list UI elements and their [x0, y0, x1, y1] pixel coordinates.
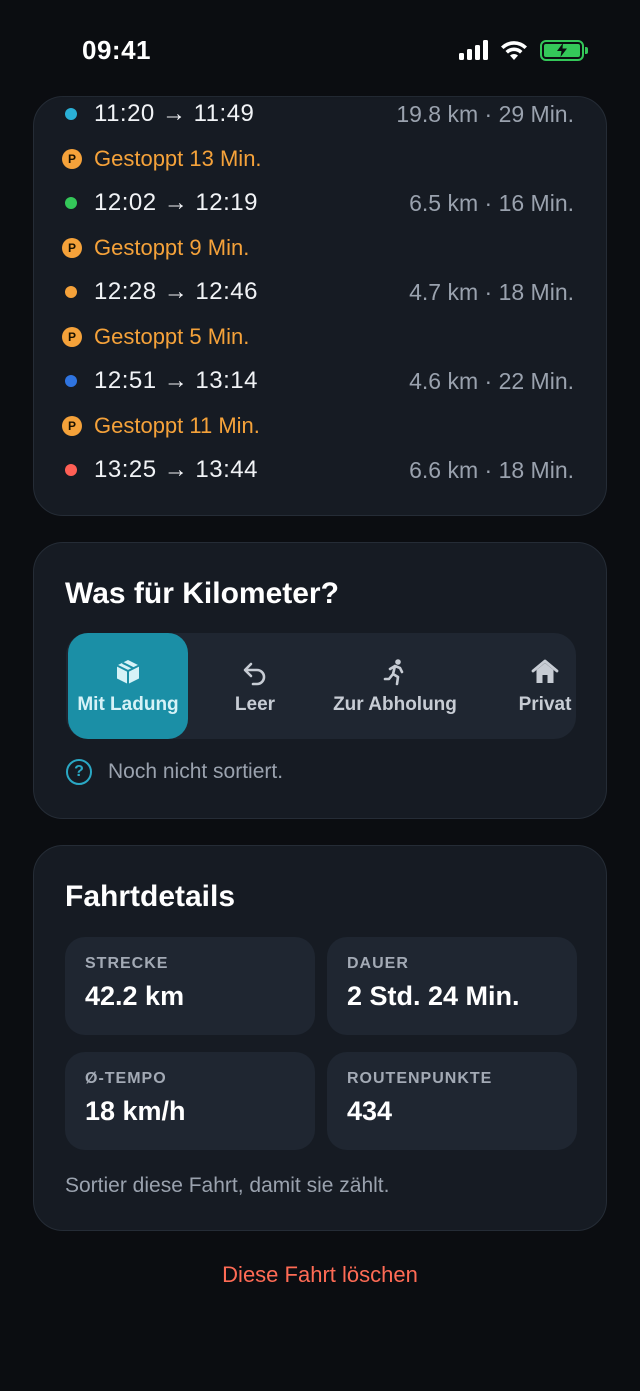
trip-details-card: Fahrtdetails STRECKE 42.2 km DAUER 2 Std…	[33, 845, 607, 1231]
parking-icon: P	[62, 238, 82, 258]
stat-duration: DAUER 2 Std. 24 Min.	[327, 937, 577, 1035]
timeline-trip-row: 13:25 → 13:44 6.6 km · 18 Min.	[62, 450, 574, 490]
sort-hint: ? Noch nicht sortiert.	[66, 759, 283, 785]
sort-reminder: Sortier diese Fahrt, damit sie zählt.	[65, 1174, 390, 1197]
km-type-selector: Mit Ladung Leer Zur Abholung Privat	[66, 633, 576, 739]
timeline-trip-row: 12:28 → 12:46 4.7 km · 18 Min.	[62, 272, 574, 312]
trip-meta: 19.8 km · 29 Min.	[396, 100, 574, 127]
stat-label: Ø-TEMPO	[85, 1070, 167, 1087]
house-icon	[530, 656, 560, 688]
trip-meta: 4.6 km · 22 Min.	[409, 367, 574, 394]
option-label: Mit Ladung	[77, 694, 179, 715]
trip-meta: 6.6 km · 18 Min.	[409, 456, 574, 483]
trip-details-title: Fahrtdetails	[65, 880, 236, 913]
trip-times: 12:51 → 13:14	[94, 367, 258, 394]
trip-dot	[65, 286, 77, 298]
option-privat[interactable]: Privat	[485, 633, 605, 739]
option-label: Leer	[234, 694, 276, 715]
km-type-title: Was für Kilometer?	[65, 577, 339, 610]
stop-duration: Gestoppt 13 Min.	[94, 146, 262, 171]
trip-dot	[65, 375, 77, 387]
status-icons	[459, 39, 588, 61]
timeline-stop-row: P Gestoppt 9 Min.	[62, 228, 574, 268]
trip-timeline-card: 11:20 → 11:49 19.8 km · 29 Min. P Gestop…	[33, 96, 607, 516]
stop-duration: Gestoppt 11 Min.	[94, 413, 260, 438]
parking-icon: P	[62, 327, 82, 347]
stat-value: 18 km/h	[85, 1096, 186, 1126]
stat-value: 434	[347, 1096, 393, 1126]
package-icon	[114, 656, 142, 688]
trip-dot	[65, 197, 77, 209]
stop-duration: Gestoppt 5 Min.	[94, 324, 250, 349]
option-mit-ladung[interactable]: Mit Ladung	[68, 633, 188, 739]
option-leer[interactable]: Leer	[195, 633, 315, 739]
battery-charging-icon	[540, 39, 588, 61]
timeline-stop-row: P Gestoppt 13 Min.	[62, 139, 574, 179]
stat-distance: STRECKE 42.2 km	[65, 937, 315, 1035]
stat-avg-speed: Ø-TEMPO 18 km/h	[65, 1052, 315, 1150]
wifi-icon	[501, 40, 527, 60]
timeline-trip-row: 11:20 → 11:49 19.8 km · 29 Min.	[62, 94, 574, 134]
stop-duration: Gestoppt 9 Min.	[94, 235, 250, 260]
trip-dot	[65, 108, 77, 120]
sort-hint-text: Noch nicht sortiert.	[108, 760, 284, 783]
stat-label: ROUTENPUNKTE	[347, 1070, 493, 1087]
trip-times: 11:20 → 11:49	[94, 100, 255, 127]
timeline-stop-row: P Gestoppt 5 Min.	[62, 317, 574, 357]
stat-value: 2 Std. 24 Min.	[347, 981, 520, 1011]
parking-icon: P	[62, 416, 82, 436]
timeline-stop-row: P Gestoppt 11 Min.	[62, 406, 574, 446]
timeline-trip-row: 12:51 → 13:14 4.6 km · 22 Min.	[62, 361, 574, 401]
trip-meta: 4.7 km · 18 Min.	[409, 278, 574, 305]
trip-dot	[65, 464, 77, 476]
timeline-trip-row: 12:02 → 12:19 6.5 km · 16 Min.	[62, 183, 574, 223]
trip-detail-screen: 09:41 11:20 → 11:49 19.8 km · 29 Min. P …	[0, 0, 640, 1391]
trip-meta: 6.5 km · 16 Min.	[409, 189, 574, 216]
running-person-icon	[381, 656, 409, 688]
status-bar: 09:41	[0, 0, 640, 100]
trip-times: 12:02 → 12:19	[94, 189, 258, 216]
cellular-signal-icon	[459, 40, 488, 60]
trip-times: 13:25 → 13:44	[94, 456, 258, 483]
stat-label: STRECKE	[85, 955, 169, 972]
option-zur-abholung[interactable]: Zur Abholung	[320, 633, 470, 739]
stat-value: 42.2 km	[85, 981, 185, 1011]
stat-label: DAUER	[347, 955, 409, 972]
option-label: Privat	[518, 694, 572, 715]
stat-route-points: ROUTENPUNKTE 434	[327, 1052, 577, 1150]
option-label: Zur Abholung	[333, 694, 457, 715]
undo-arrow-icon	[241, 656, 269, 688]
trip-times: 12:28 → 12:46	[94, 278, 258, 305]
status-time: 09:41	[82, 34, 151, 65]
km-type-card: Was für Kilometer? Mit Ladung Leer Zur A…	[33, 542, 607, 819]
delete-trip-button[interactable]: Diese Fahrt löschen	[0, 1262, 640, 1288]
question-circle-icon: ?	[66, 759, 92, 785]
parking-icon: P	[62, 149, 82, 169]
